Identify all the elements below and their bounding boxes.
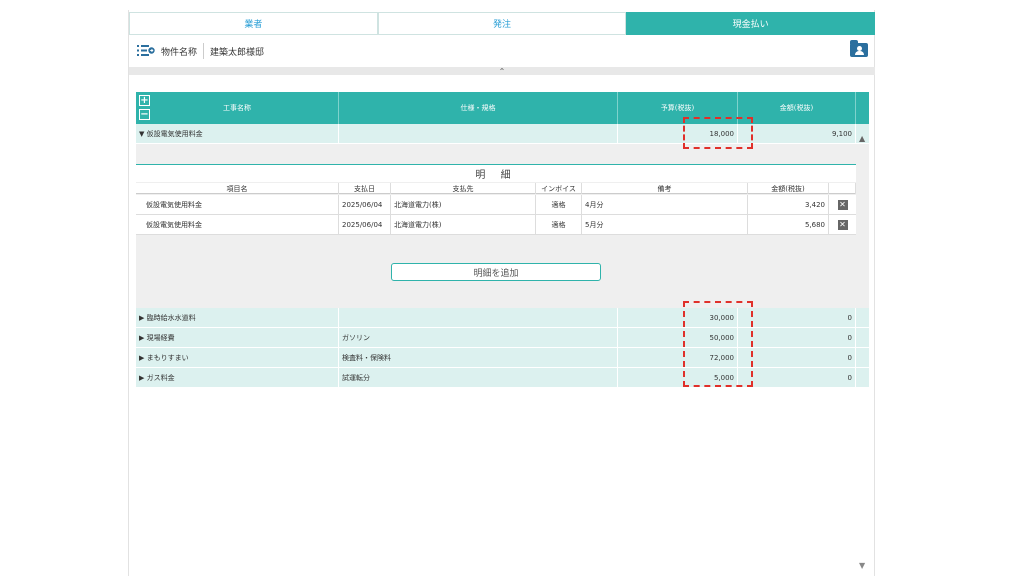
tab-cash-payment[interactable]: 現金払い (626, 12, 876, 35)
detail-note: 5月分 (582, 215, 748, 235)
row-amount: 0 (738, 348, 856, 367)
budget-highlight-box (683, 117, 753, 149)
detail-row: 仮設電気使用料金 2025/06/04 北海道電力(株) 適格 4月分 3,42… (136, 195, 856, 215)
tab-bar: 業者 発注 現金払い (129, 12, 876, 35)
detail-amount: 5,680 (748, 215, 829, 235)
row-name-cell: ▶ 現場経費 (136, 328, 339, 347)
detail-header-invoice: インボイス (536, 183, 582, 194)
table-row-expanded[interactable]: ▼ 仮設電気使用料金 18,000 9,100 (136, 124, 869, 144)
expand-arrow-icon[interactable]: ▶ (139, 314, 144, 322)
detail-amount: 3,420 (748, 195, 829, 215)
expand-arrow-icon[interactable]: ▶ (139, 374, 144, 382)
add-detail-button[interactable]: 明細を追加 (391, 263, 601, 281)
row-amount: 0 (738, 308, 856, 327)
tab-vendors[interactable]: 業者 (129, 12, 378, 35)
expand-arrow-icon[interactable]: ▶ (139, 334, 144, 342)
table-row[interactable]: ▶ 現場経費 ガソリン 50,000 0 (136, 328, 869, 348)
property-row: 物件名称 建築太郎様邸 (129, 38, 875, 64)
header-amount: 金額(税抜) (738, 92, 856, 124)
delete-detail-button[interactable]: ✕ (837, 200, 848, 210)
row-spec: 検査料・保険料 (339, 348, 618, 367)
detail-payee: 北海道電力(株) (391, 195, 536, 215)
row-name-cell: ▶ 臨時給水水道料 (136, 308, 339, 327)
row-name: 臨時給水水道料 (146, 313, 196, 322)
row-amount: 9,100 (738, 124, 856, 143)
delete-detail-button[interactable]: ✕ (837, 220, 848, 230)
person-icon-body (855, 51, 864, 55)
row-spec (339, 124, 618, 143)
chevron-up-icon: ⌃ (498, 66, 506, 76)
detail-note: 4月分 (582, 195, 748, 215)
table-row[interactable]: ▶ まもりすまい 検査料・保険料 72,000 0 (136, 348, 869, 368)
detail-title: 明 細 (136, 164, 856, 182)
row-name: 現場経費 (146, 333, 175, 342)
row-amount: 0 (738, 368, 856, 387)
row-spec (339, 308, 618, 327)
detail-header-payee: 支払先 (391, 183, 536, 194)
construction-grid: + − 工事名称 仕様・規格 予算(税抜) 金額(税抜) ▼ 仮設電気使用料金 … (136, 92, 869, 388)
detail-row: 仮設電気使用料金 2025/06/04 北海道電力(株) 適格 5月分 5,68… (136, 215, 856, 235)
row-name-cell: ▶ ガス料金 (136, 368, 339, 387)
property-separator (203, 43, 204, 59)
row-spec: ガソリン (339, 328, 618, 347)
detail-panel: 明 細 項目名 支払日 支払先 インボイス 備考 金額(税抜) 仮設電気使用料金… (136, 144, 869, 308)
detail-invoice: 適格 (536, 215, 582, 235)
detail-item: 仮設電気使用料金 (136, 195, 339, 215)
row-spec: 試運転分 (339, 368, 618, 387)
scroll-down-icon[interactable]: ▼ (859, 561, 865, 570)
row-name-cell: ▶ まもりすまい (136, 348, 339, 367)
collapse-all-button[interactable]: − (139, 109, 150, 120)
detail-header-item: 項目名 (136, 183, 339, 194)
detail-header-amount: 金額(税抜) (748, 183, 829, 194)
tab-orders[interactable]: 発注 (377, 12, 627, 35)
property-name-label: 物件名称 (161, 48, 198, 58)
header-name-label: 工事名称 (223, 104, 251, 112)
budget-highlight-box (683, 301, 753, 387)
detail-header: 項目名 支払日 支払先 インボイス 備考 金額(税抜) (136, 183, 856, 194)
table-row[interactable]: ▶ ガス料金 試運転分 5,000 0 (136, 368, 869, 388)
property-name-value: 建築太郎様邸 (210, 48, 265, 58)
detail-date: 2025/06/04 (339, 195, 391, 215)
row-name: まもりすまい (146, 353, 189, 362)
app-frame: 業者 発注 現金払い 物件名称 建築太郎様邸 ⌃ + − 工事名称 仕様・規格 … (128, 10, 876, 576)
row-name: ガス料金 (146, 373, 175, 382)
detail-header-note: 備考 (582, 183, 748, 194)
list-menu-icon[interactable] (137, 44, 155, 57)
row-amount: 0 (738, 328, 856, 347)
header-spec: 仕様・規格 (339, 92, 618, 124)
expand-arrow-icon[interactable]: ▶ (139, 354, 144, 362)
row-name: 仮設電気使用料金 (146, 129, 203, 138)
expand-all-button[interactable]: + (139, 95, 150, 106)
detail-header-delete (829, 183, 856, 194)
collapse-toggle[interactable]: ⌃ (129, 66, 875, 76)
collapse-arrow-icon[interactable]: ▼ (139, 130, 144, 138)
customer-folder-icon[interactable] (850, 40, 868, 57)
detail-payee: 北海道電力(株) (391, 215, 536, 235)
table-row[interactable]: ▶ 臨時給水水道料 30,000 0 (136, 308, 869, 328)
grid-header: + − 工事名称 仕様・規格 予算(税抜) 金額(税抜) (136, 92, 869, 124)
header-construction-name: + − 工事名称 (136, 92, 339, 124)
detail-header-date: 支払日 (339, 183, 391, 194)
detail-delete-cell: ✕ (829, 195, 856, 215)
detail-date: 2025/06/04 (339, 215, 391, 235)
detail-invoice: 適格 (536, 195, 582, 215)
scroll-up-icon[interactable]: ▲ (859, 134, 865, 143)
row-name-cell: ▼ 仮設電気使用料金 (136, 124, 339, 143)
detail-delete-cell: ✕ (829, 215, 856, 235)
detail-item: 仮設電気使用料金 (136, 215, 339, 235)
